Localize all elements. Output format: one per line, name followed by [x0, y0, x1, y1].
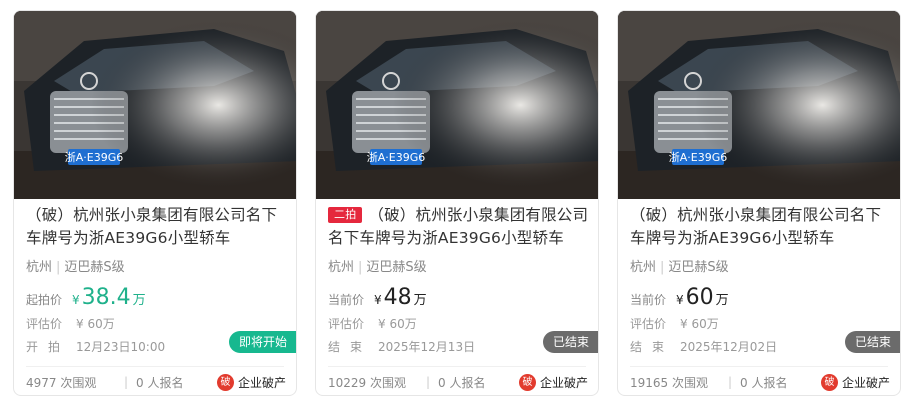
title-text: （破）杭州张小泉集团有限公司名下车牌号为浙AE39G6小型轿车 — [328, 206, 589, 247]
eval-label: 评估价 — [26, 317, 63, 331]
round-tag: 二拍 — [328, 207, 363, 223]
category-tag: 破 企业破产 — [820, 373, 890, 391]
license-plate-text: 浙A·E39G6 — [65, 151, 124, 164]
listing-meta: 杭州 | 迈巴赫S级 — [26, 260, 125, 275]
price-label: 当前价 — [630, 293, 667, 307]
category-tag: 破 企业破产 — [518, 373, 588, 391]
listing-title[interactable]: 二拍 （破）杭州张小泉集团有限公司名下车牌号为浙AE39G6小型轿车 — [328, 204, 590, 250]
bankruptcy-icon: 破 — [216, 373, 234, 391]
eval-label: 评估价 — [630, 317, 667, 331]
status-badge: 即将开始 — [228, 331, 296, 353]
eval-row: 评估价 ¥ 60万 — [26, 315, 115, 332]
view-count: 19165 次围观 — [630, 375, 708, 390]
license-plate-text: 浙A·E39G6 — [367, 151, 426, 164]
price-label: 当前价 — [328, 293, 365, 307]
listing-meta: 杭州 | 迈巴赫S级 — [630, 260, 729, 275]
currency-symbol: ¥ — [374, 293, 382, 307]
divider — [26, 366, 284, 367]
signup-count: 0 人报名 — [438, 375, 486, 390]
title-text: （破）杭州张小泉集团有限公司名下车牌号为浙AE39G6小型轿车 — [630, 206, 882, 247]
date-label: 开拍 — [26, 340, 71, 354]
price-row: 当前价 ¥ 60 万 — [630, 285, 729, 311]
card-footer: 4977 次围观 | 0 人报名 破 企业破产 — [26, 373, 286, 391]
signup-count: 0 人报名 — [136, 375, 184, 390]
eval-value: ¥ 60万 — [76, 317, 115, 331]
signup-count: 0 人报名 — [740, 375, 788, 390]
category-label: 企业破产 — [539, 375, 588, 390]
view-count: 4977 次围观 — [26, 375, 97, 390]
date-label: 结束 — [630, 340, 675, 354]
price-row: 起拍价 ¥ 38.4 万 — [26, 285, 146, 311]
category-label: 企业破产 — [841, 375, 890, 390]
car-model: 迈巴赫S级 — [366, 260, 427, 275]
price-value: 60 — [685, 285, 714, 310]
currency-symbol: ¥ — [676, 293, 684, 307]
category-tag: 破 企业破产 — [216, 373, 286, 391]
view-count: 10229 次围观 — [328, 375, 406, 390]
eval-row: 评估价 ¥ 60万 — [328, 315, 417, 332]
auction-card[interactable]: 浙A·E39G6 （破）杭州张小泉集团有限公司名下车牌号为浙AE39G6小型轿车… — [13, 10, 297, 396]
price-unit: 万 — [132, 293, 146, 308]
car-photo[interactable]: 浙A·E39G6 — [618, 11, 900, 199]
bankruptcy-icon: 破 — [820, 373, 838, 391]
title-text: （破）杭州张小泉集团有限公司名下车牌号为浙AE39G6小型轿车 — [26, 206, 278, 247]
auction-card[interactable]: 浙A·E39G6 （破）杭州张小泉集团有限公司名下车牌号为浙AE39G6小型轿车… — [617, 10, 901, 396]
price-label: 起拍价 — [26, 293, 63, 307]
price-unit: 万 — [413, 293, 427, 308]
location: 杭州 — [328, 260, 355, 275]
price-value: 48 — [383, 285, 412, 310]
car-photo[interactable]: 浙A·E39G6 — [14, 11, 296, 199]
location: 杭州 — [26, 260, 53, 275]
divider — [630, 366, 888, 367]
location: 杭州 — [630, 260, 657, 275]
status-badge: 已结束 — [844, 331, 900, 353]
listing-title[interactable]: （破）杭州张小泉集团有限公司名下车牌号为浙AE39G6小型轿车 — [26, 204, 288, 250]
date-value: 2025年12月02日 — [680, 340, 778, 354]
auction-card[interactable]: 浙A·E39G6 二拍 （破）杭州张小泉集团有限公司名下车牌号为浙AE39G6小型… — [315, 10, 599, 396]
car-model: 迈巴赫S级 — [668, 260, 729, 275]
listing-title[interactable]: （破）杭州张小泉集团有限公司名下车牌号为浙AE39G6小型轿车 — [630, 204, 892, 250]
price-unit: 万 — [715, 293, 729, 308]
card-footer: 19165 次围观 | 0 人报名 破 企业破产 — [630, 373, 890, 391]
date-value: 12月23日10:00 — [76, 340, 166, 354]
date-row: 开拍 12月23日10:00 — [26, 338, 165, 355]
bankruptcy-icon: 破 — [518, 373, 536, 391]
card-footer: 10229 次围观 | 0 人报名 破 企业破产 — [328, 373, 588, 391]
eval-row: 评估价 ¥ 60万 — [630, 315, 719, 332]
price-row: 当前价 ¥ 48 万 — [328, 285, 427, 311]
car-model: 迈巴赫S级 — [64, 260, 125, 275]
date-value: 2025年12月13日 — [378, 340, 476, 354]
date-label: 结束 — [328, 340, 373, 354]
eval-value: ¥ 60万 — [680, 317, 719, 331]
car-photo[interactable]: 浙A·E39G6 — [316, 11, 598, 199]
category-label: 企业破产 — [237, 375, 286, 390]
eval-label: 评估价 — [328, 317, 365, 331]
price-value: 38.4 — [81, 285, 131, 310]
date-row: 结束 2025年12月13日 — [328, 338, 475, 355]
date-row: 结束 2025年12月02日 — [630, 338, 777, 355]
listing-meta: 杭州 | 迈巴赫S级 — [328, 260, 427, 275]
eval-value: ¥ 60万 — [378, 317, 417, 331]
status-badge: 已结束 — [542, 331, 598, 353]
auction-card-list: 浙A·E39G6 （破）杭州张小泉集团有限公司名下车牌号为浙AE39G6小型轿车… — [0, 0, 911, 403]
divider — [328, 366, 586, 367]
license-plate-text: 浙A·E39G6 — [669, 151, 728, 164]
currency-symbol: ¥ — [72, 293, 80, 307]
